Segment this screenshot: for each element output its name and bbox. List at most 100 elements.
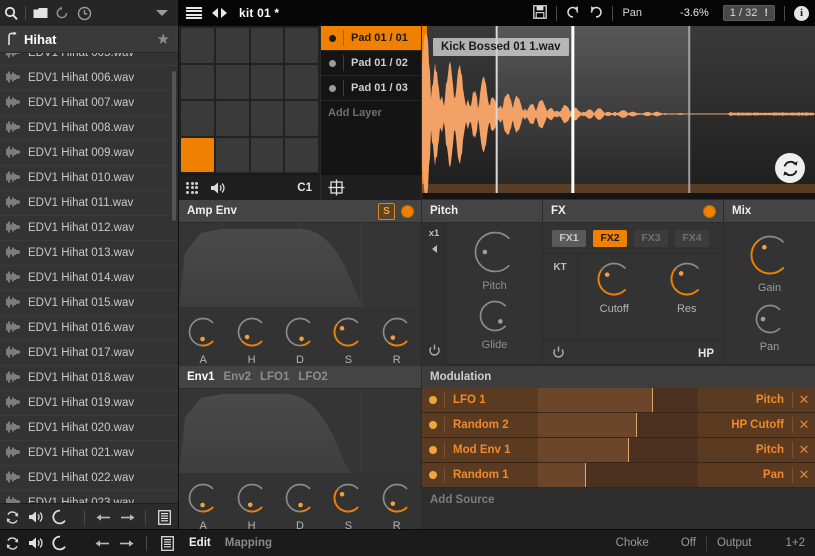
knob-d[interactable]: D — [279, 481, 321, 532]
mod-amount-slider[interactable] — [538, 438, 698, 462]
speaker-icon[interactable] — [24, 536, 48, 550]
mod-destination-label[interactable]: Pan — [698, 469, 792, 481]
knob-dial[interactable] — [587, 260, 641, 301]
pad-cell[interactable] — [250, 101, 284, 136]
list-item[interactable]: EDV1 Hihat 016.wav — [0, 316, 178, 341]
pad-cell[interactable] — [215, 28, 249, 63]
knob-cutoff[interactable]: Cutoff — [587, 260, 641, 340]
power-icon[interactable] — [428, 344, 441, 360]
close-icon[interactable]: ✕ — [792, 417, 815, 433]
knob-pitch[interactable]: Pitch — [465, 229, 525, 292]
mod-amount-slider[interactable] — [538, 463, 698, 487]
knob-dial[interactable] — [327, 481, 369, 518]
tab-mapping[interactable]: Mapping — [225, 537, 272, 549]
modulation-row[interactable]: Random 2 HP Cutoff ✕ — [422, 413, 815, 438]
pad-cell[interactable] — [250, 28, 284, 63]
list-item[interactable]: EDV1 Hihat 005.wav — [0, 53, 178, 66]
solo-button[interactable]: S — [378, 202, 395, 220]
knob-gain[interactable]: Gain — [735, 233, 805, 294]
knob-dial[interactable] — [182, 481, 224, 518]
clock-icon[interactable] — [73, 0, 95, 26]
mod-enable-led-icon[interactable] — [422, 421, 444, 429]
preset-nav[interactable] — [212, 8, 227, 18]
knob-res[interactable]: Res — [660, 260, 714, 340]
star-icon[interactable]: ★ — [157, 30, 170, 48]
close-icon[interactable]: ✕ — [792, 467, 815, 483]
knob-glide[interactable]: Glide — [465, 298, 525, 351]
knob-a[interactable]: A — [182, 315, 224, 366]
mod-source-label[interactable]: LFO 1 — [453, 394, 538, 406]
arrow-left-icon[interactable] — [90, 538, 114, 549]
mod-source-label[interactable]: Mod Env 1 — [453, 444, 538, 456]
list-item[interactable]: EDV1 Hihat 006.wav — [0, 66, 178, 91]
fx-slot-fx3[interactable]: FX3 — [634, 229, 668, 247]
mod-enable-led-icon[interactable] — [422, 446, 444, 454]
close-icon[interactable]: ✕ — [792, 442, 815, 458]
pad-note[interactable]: C1 — [297, 182, 312, 194]
knob-dial[interactable] — [660, 260, 714, 301]
arrow-right-icon[interactable] — [114, 538, 138, 549]
tab-edit[interactable]: Edit — [189, 537, 211, 549]
knob-dial[interactable] — [231, 315, 273, 352]
tab-env1[interactable]: Env1 — [187, 371, 215, 383]
fx-mode-label[interactable]: HP — [698, 348, 714, 360]
rate-selector[interactable]: 1 / 32 ! — [722, 5, 775, 21]
next-arrow-icon[interactable] — [221, 8, 227, 18]
save-disk-icon[interactable] — [533, 4, 548, 22]
power-icon[interactable] — [552, 346, 565, 362]
knob-dial[interactable] — [279, 481, 321, 518]
volume-knob-icon[interactable] — [48, 535, 72, 551]
mod-destination-label[interactable]: Pitch — [698, 394, 792, 406]
pad-cell[interactable] — [285, 101, 318, 136]
list-item[interactable]: EDV1 Hihat 017.wav — [0, 341, 178, 366]
close-icon[interactable]: ✕ — [792, 392, 815, 408]
knob-r[interactable]: R — [376, 481, 418, 532]
knob-dial[interactable] — [279, 315, 321, 352]
list-item[interactable]: EDV1 Hihat 011.wav — [0, 191, 178, 216]
mod-amount-handle[interactable] — [628, 438, 630, 462]
mod-env-graph[interactable] — [179, 389, 421, 473]
fx-slot-fx2[interactable]: FX2 — [593, 229, 627, 247]
list-item[interactable]: EDV1 Hihat 023.wav — [0, 491, 178, 503]
pad-cell[interactable] — [181, 137, 214, 172]
undo-circle-icon[interactable] — [566, 5, 580, 22]
list-item[interactable]: EDV1 Hihat 014.wav — [0, 266, 178, 291]
list-item[interactable]: EDV1 Hihat 015.wav — [0, 291, 178, 316]
mod-destination-label[interactable]: Pitch — [698, 444, 792, 456]
knob-s[interactable]: S — [327, 481, 369, 532]
loop-icon[interactable] — [775, 153, 805, 183]
tab-env2[interactable]: Env2 — [224, 371, 252, 383]
list-item[interactable]: EDV1 Hihat 007.wav — [0, 91, 178, 116]
triangle-left-icon[interactable] — [431, 245, 437, 253]
tab-lfo1[interactable]: LFO1 — [260, 371, 289, 383]
redo-circle-icon[interactable] — [589, 5, 603, 22]
layer-led-icon[interactable] — [321, 59, 343, 67]
knob-d[interactable]: D — [279, 315, 321, 366]
knob-h[interactable]: H — [231, 315, 273, 366]
back-up-icon[interactable] — [0, 32, 24, 46]
amp-env-graph[interactable] — [179, 223, 421, 307]
output-value[interactable]: 1+2 — [785, 537, 805, 549]
list-item[interactable]: Pad 01 / 01 — [321, 26, 421, 51]
mod-enable-led-icon[interactable] — [422, 396, 444, 404]
pad-cell[interactable] — [215, 64, 249, 99]
knob-pan[interactable]: Pan — [735, 302, 805, 353]
list-item[interactable]: EDV1 Hihat 013.wav — [0, 241, 178, 266]
list-view-icon[interactable] — [152, 509, 176, 525]
mod-source-label[interactable]: Random 1 — [453, 469, 538, 481]
knob-dial[interactable] — [735, 233, 805, 280]
modulation-row[interactable]: Random 1 Pan ✕ — [422, 463, 815, 488]
modulation-row[interactable]: LFO 1 Pitch ✕ — [422, 388, 815, 413]
speaker-icon[interactable] — [24, 510, 48, 524]
mod-amount-handle[interactable] — [652, 388, 654, 412]
prev-arrow-icon[interactable] — [212, 8, 218, 18]
mod-amount-slider[interactable] — [538, 388, 698, 412]
chevron-down-icon[interactable] — [156, 10, 168, 16]
choke-value[interactable]: Off — [681, 537, 696, 549]
knob-a[interactable]: A — [182, 481, 224, 532]
modulation-row[interactable]: Mod Env 1 Pitch ✕ — [422, 438, 815, 463]
list-view-icon[interactable] — [155, 535, 179, 551]
fx-slot-fx1[interactable]: FX1 — [552, 229, 586, 247]
list-item[interactable]: EDV1 Hihat 020.wav — [0, 416, 178, 441]
speaker-icon[interactable] — [205, 181, 231, 195]
